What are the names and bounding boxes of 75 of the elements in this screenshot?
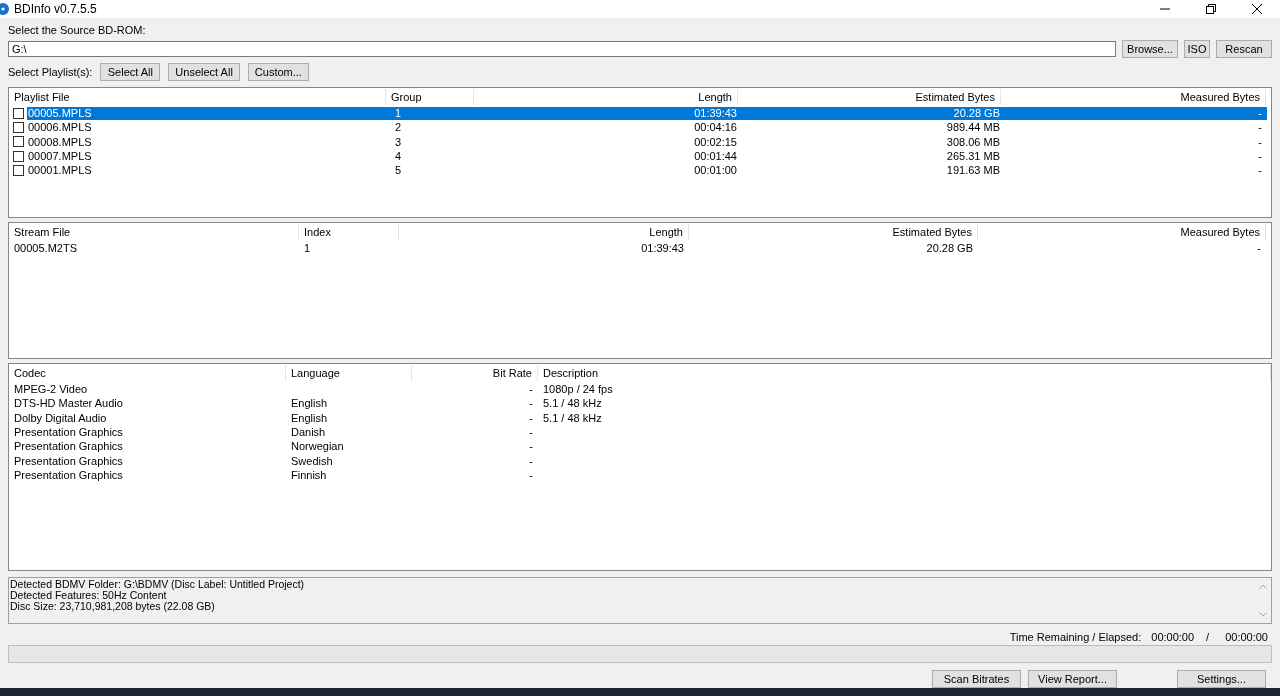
playlist-row[interactable]: 00006.MPLS 2 00:04:16 989.44 MB - — [27, 120, 1267, 134]
log-line: Detected Features: 50Hz Content — [10, 590, 168, 601]
checkbox[interactable] — [13, 164, 24, 176]
table-cell-text: Danish — [290, 425, 327, 440]
column-header[interactable]: Measured Bytes — [978, 224, 1266, 240]
table-cell-text: Presentation Graphics — [13, 453, 124, 468]
action-button[interactable]: Settings... — [1177, 670, 1266, 688]
table-cell-text: Norwegian — [290, 439, 345, 454]
column-header[interactable]: Bit Rate — [412, 365, 538, 381]
table-cell-text: - — [528, 439, 534, 454]
table-cell-text: 00005.M2TS — [13, 241, 78, 256]
checkbox[interactable] — [13, 121, 24, 133]
playlist-row[interactable]: 00001.MPLS 5 00:01:00 191.63 MB - — [27, 163, 1267, 177]
table-cell-text: DTS-HD Master Audio — [13, 396, 124, 411]
checkbox[interactable] — [13, 150, 24, 162]
table-cell-text: Dolby Digital Audio — [13, 410, 108, 425]
playlist-row[interactable]: 00008.MPLS 3 00:02:15 308.06 MB - — [27, 135, 1267, 149]
timer-label: Time Remaining / Elapsed: — [1009, 631, 1142, 643]
log-line: Detected BDMV Folder: G:\BDMV (Disc Label: Untitled Project) — [10, 579, 306, 590]
table-cell-text: 1 — [303, 241, 312, 256]
action-button[interactable]: View Report... — [1028, 670, 1117, 688]
source-button[interactable]: Rescan — [1216, 40, 1272, 58]
column-header[interactable]: Estimated Bytes — [689, 224, 978, 240]
source-path-field[interactable]: G:\ — [8, 41, 1116, 57]
playlist-row[interactable]: 00007.MPLS 4 00:01:44 265.31 MB - — [27, 149, 1267, 163]
playlist-label: Select Playlist(s): — [8, 65, 93, 79]
column-header[interactable]: Group — [386, 89, 474, 105]
table-cell-text: MPEG-2 Video — [13, 382, 89, 397]
log-line: Disc Size: 23,710,981,208 bytes (22.08 GB) — [10, 601, 216, 612]
table-cell-text: - — [528, 382, 534, 397]
checkbox[interactable] — [13, 107, 24, 119]
table-cell-text: English — [290, 410, 329, 425]
table-cell-text: - — [528, 396, 534, 411]
table-cell-text: - — [528, 453, 534, 468]
time-elapsed: 00:00:00 — [1225, 631, 1268, 643]
playlist-row[interactable]: 00005.MPLS 1 01:39:43 20.28 GB - — [27, 106, 1267, 120]
time-separator: / — [1206, 631, 1210, 643]
table-cell-text: - — [528, 425, 534, 440]
table-cell-text: Finnish — [290, 467, 328, 482]
table-cell-text: - — [528, 467, 534, 482]
column-header[interactable]: Index — [299, 224, 399, 240]
column-header[interactable]: Codec — [9, 365, 286, 381]
window-title: BDInfo v0.7.5.5 — [14, 2, 97, 16]
table-cell-text: 5.1 / 48 kHz — [542, 410, 603, 425]
close-icon[interactable] — [1252, 4, 1262, 14]
table-cell-text: Presentation Graphics — [13, 439, 124, 454]
column-header[interactable]: Playlist File — [9, 89, 386, 105]
column-header[interactable]: Estimated Bytes — [738, 89, 1001, 105]
table-cell-text: 1080p / 24 fps — [542, 382, 614, 397]
restore-icon[interactable] — [1206, 4, 1216, 14]
table-cell-text: 01:39:43 — [640, 241, 685, 256]
playlist-button[interactable]: Select All — [100, 63, 161, 81]
column-header[interactable]: Stream File — [9, 224, 299, 240]
checkbox[interactable] — [13, 136, 24, 148]
source-button[interactable]: Browse... — [1122, 40, 1178, 58]
table-cell-text: 5.1 / 48 kHz — [542, 396, 603, 411]
table-cell-text: English — [290, 396, 329, 411]
table-cell-text: - — [528, 410, 534, 425]
table-cell-text: Swedish — [290, 453, 334, 468]
source-button[interactable]: ISO — [1184, 40, 1210, 58]
table-cell-text: Presentation Graphics — [13, 467, 124, 482]
time-remaining: 00:00:00 — [1151, 631, 1195, 643]
playlist-button[interactable]: Custom... — [247, 63, 309, 81]
column-header[interactable]: Length — [474, 89, 738, 105]
column-header[interactable]: Language — [286, 365, 412, 381]
table-cell-text: - — [1256, 241, 1262, 256]
column-header[interactable]: Length — [399, 224, 689, 240]
column-header[interactable]: Description — [538, 365, 1271, 381]
table-cell-text: 20.28 GB — [925, 241, 974, 256]
table-cell-text: Presentation Graphics — [13, 425, 124, 440]
playlist-button[interactable]: Unselect All — [168, 63, 240, 81]
column-header[interactable]: Measured Bytes — [1001, 89, 1266, 105]
action-button[interactable]: Scan Bitrates — [932, 670, 1021, 688]
log-text-area[interactable]: Detected BDMV Folder: G:\BDMV (Disc Label: Untitled Project) Detected Features: 50Hz Content Disc Size: 23,710,981,208 bytes (22.08 GB) — [8, 577, 1272, 624]
source-label: Select the Source BD-ROM: — [8, 24, 147, 37]
